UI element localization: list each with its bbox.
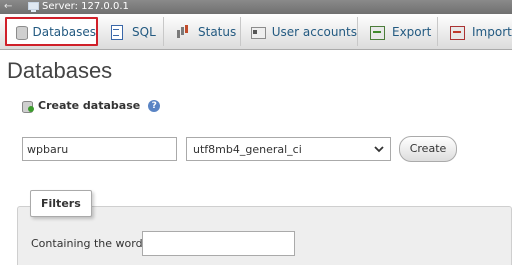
sql-icon <box>110 24 124 40</box>
collation-selected-value: utf8mb4_general_ci <box>193 142 302 156</box>
top-menu-tabs: Databases SQL Status User accounts Expor… <box>0 14 512 50</box>
tab-user-accounts[interactable]: User accounts <box>241 17 358 46</box>
create-database-label: Create database <box>38 99 141 112</box>
server-breadcrumb-bar: ← Server: 127.0.0.1 <box>0 0 512 14</box>
database-name-input[interactable] <box>22 137 177 161</box>
tab-databases[interactable]: Databases <box>5 17 98 46</box>
back-arrow-icon[interactable]: ← <box>4 0 12 14</box>
tab-import[interactable]: Import <box>438 17 512 46</box>
help-icon[interactable]: ? <box>148 99 161 112</box>
new-database-icon <box>22 100 34 113</box>
tab-status-label: Status <box>198 24 237 39</box>
database-icon <box>15 25 29 40</box>
status-icon <box>176 25 190 39</box>
tab-user-accounts-label: User accounts <box>271 24 357 39</box>
tab-status[interactable]: Status <box>164 17 241 46</box>
import-icon <box>450 25 465 40</box>
create-database-heading: Create database ? <box>22 99 161 113</box>
tab-sql-label: SQL <box>132 24 156 39</box>
chevron-down-icon <box>374 146 384 153</box>
tab-export-label: Export <box>392 24 432 39</box>
tab-import-label: Import <box>472 24 512 39</box>
tab-sql[interactable]: SQL <box>98 17 164 46</box>
server-icon <box>28 2 39 12</box>
tab-databases-label: Databases <box>32 24 96 39</box>
server-label[interactable]: Server: 127.0.0.1 <box>42 0 129 14</box>
filters-legend: Filters <box>30 190 92 217</box>
create-button[interactable]: Create <box>399 136 457 162</box>
page-title: Databases <box>7 58 113 83</box>
containing-word-input[interactable] <box>142 231 295 256</box>
collation-select[interactable]: utf8mb4_general_ci <box>186 137 391 161</box>
containing-word-label: Containing the word: <box>31 237 147 250</box>
tab-export[interactable]: Export <box>358 17 438 46</box>
export-icon <box>370 25 385 40</box>
user-accounts-icon <box>251 25 266 39</box>
